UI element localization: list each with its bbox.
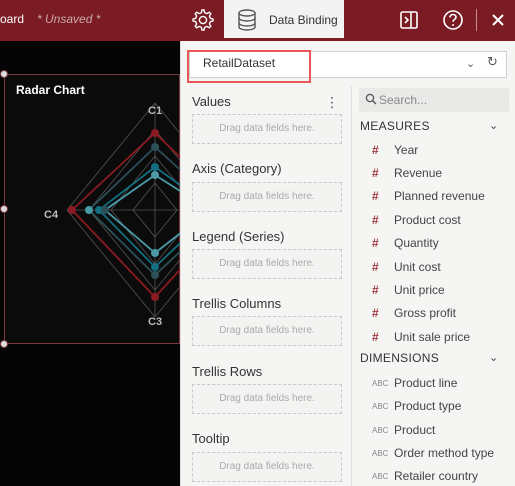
more-options-icon[interactable]: ⋮ [325,94,339,111]
field-item[interactable]: # Revenue [372,164,512,184]
drop-zone-values[interactable]: Drag data fields here. [192,114,342,144]
field-item[interactable]: # Gross profit [372,304,512,324]
measures-header: MEASURES [360,119,430,133]
drop-zone-trellis-columns[interactable]: Drag data fields here. [192,316,342,346]
column-divider [351,86,352,486]
field-search[interactable] [359,88,509,112]
field-label: Quantity [394,236,439,250]
section-title-tooltip: Tooltip [192,431,230,446]
dimension-icon: ABC [372,426,389,435]
toolbar-divider [476,9,477,31]
dashboard-title: oard [0,12,25,26]
refresh-icon[interactable]: ↻ [487,54,498,70]
section-title-axis: Axis (Category) [192,161,282,176]
dimension-icon: ABC [372,472,389,481]
section-title-legend: Legend (Series) [192,229,285,244]
tab-label: Data Binding [269,13,338,27]
axis-label-c3: C3 [148,316,163,328]
field-label: Product type [394,399,462,413]
section-title-values: Values [192,94,231,109]
measure-icon: # [372,166,379,180]
help-icon[interactable] [440,7,466,33]
field-label: Year [394,143,419,157]
resize-handle-top-left[interactable] [0,70,8,78]
field-label: Product [394,423,436,437]
field-label: Unit cost [394,260,441,274]
field-label: Unit price [394,283,445,297]
top-bar: oard * Unsaved * Data Binding [0,0,515,41]
dimension-icon: ABC [372,379,389,388]
dimension-icon: ABC [372,402,389,411]
tab-data-binding[interactable]: Data Binding [224,0,344,41]
field-label: Retailer country [394,469,479,483]
field-label: Gross profit [394,306,457,320]
close-icon[interactable] [485,7,511,33]
data-binding-panel: RetailDataset ⌄ ↻ Values ⋮ Drag data fie… [180,41,515,486]
measure-icon: # [372,189,379,203]
field-label: Revenue [394,166,443,180]
measure-icon: # [372,213,379,227]
field-item[interactable]: # Unit cost [372,258,512,278]
measure-icon: # [372,143,379,157]
measure-icon: # [372,306,379,320]
measure-icon: # [372,260,379,274]
chevron-down-icon[interactable]: ⌄ [489,351,498,364]
binding-sections: Values ⋮ Drag data fields here. Axis (Ca… [181,86,356,486]
field-item[interactable]: ABC Retailer country [372,467,512,486]
field-label: Planned revenue [394,189,485,203]
series-4 [70,131,181,299]
dataset-selected-value: RetailDataset [203,56,276,70]
drop-zone-tooltip[interactable]: Drag data fields here. [192,452,342,482]
chevron-down-icon[interactable]: ⌄ [466,57,475,70]
drop-zone-trellis-rows[interactable]: Drag data fields here. [192,384,342,414]
field-label: Product line [394,376,458,390]
database-icon [238,9,256,31]
field-label: Unit sale price [394,330,471,344]
measure-icon: # [372,236,379,250]
axis-label-c4: C4 [44,209,59,221]
drop-zone-legend[interactable]: Drag data fields here. [192,249,342,279]
field-item[interactable]: ABC Product [372,421,512,441]
drop-zone-axis[interactable]: Drag data fields here. [192,182,342,212]
field-item[interactable]: # Quantity [372,234,512,254]
dashboard-canvas: Radar Chart C1 C3 C4 [0,41,181,486]
resize-handle-left[interactable] [0,205,8,213]
field-item[interactable]: # Product cost [372,211,512,231]
fields-list: MEASURES ⌄ # Year # Revenue # Planned reven… [356,86,515,486]
axis-label-c1: C1 [148,105,163,117]
field-label: Product cost [394,213,461,227]
field-item[interactable]: ABC Product type [372,397,512,417]
field-item[interactable]: ABC Order method type [372,444,512,464]
radar-chart-widget[interactable]: Radar Chart C1 C3 C4 [4,74,181,344]
field-item[interactable]: # Unit price [372,281,512,301]
section-title-trellis-columns: Trellis Columns [192,296,282,311]
measure-icon: # [372,283,379,297]
series-1 [103,173,181,255]
panel-toggle-icon[interactable] [396,7,422,33]
field-item[interactable]: ABC Product line [372,374,512,394]
dimension-icon: ABC [372,449,389,458]
section-title-trellis-rows: Trellis Rows [192,364,263,379]
field-item[interactable]: # Planned revenue [372,187,512,207]
chevron-down-icon[interactable]: ⌄ [489,119,498,132]
search-icon [365,93,377,105]
resize-handle-bottom-left[interactable] [0,340,8,348]
measure-icon: # [372,330,379,344]
search-input[interactable] [379,91,504,109]
dimensions-header: DIMENSIONS [360,351,440,365]
field-item[interactable]: # Year [372,141,512,161]
unsaved-indicator: * Unsaved * [37,12,101,26]
field-item[interactable]: # Unit sale price [372,328,512,348]
gear-icon[interactable] [188,6,216,34]
field-label: Order method type [394,446,495,460]
